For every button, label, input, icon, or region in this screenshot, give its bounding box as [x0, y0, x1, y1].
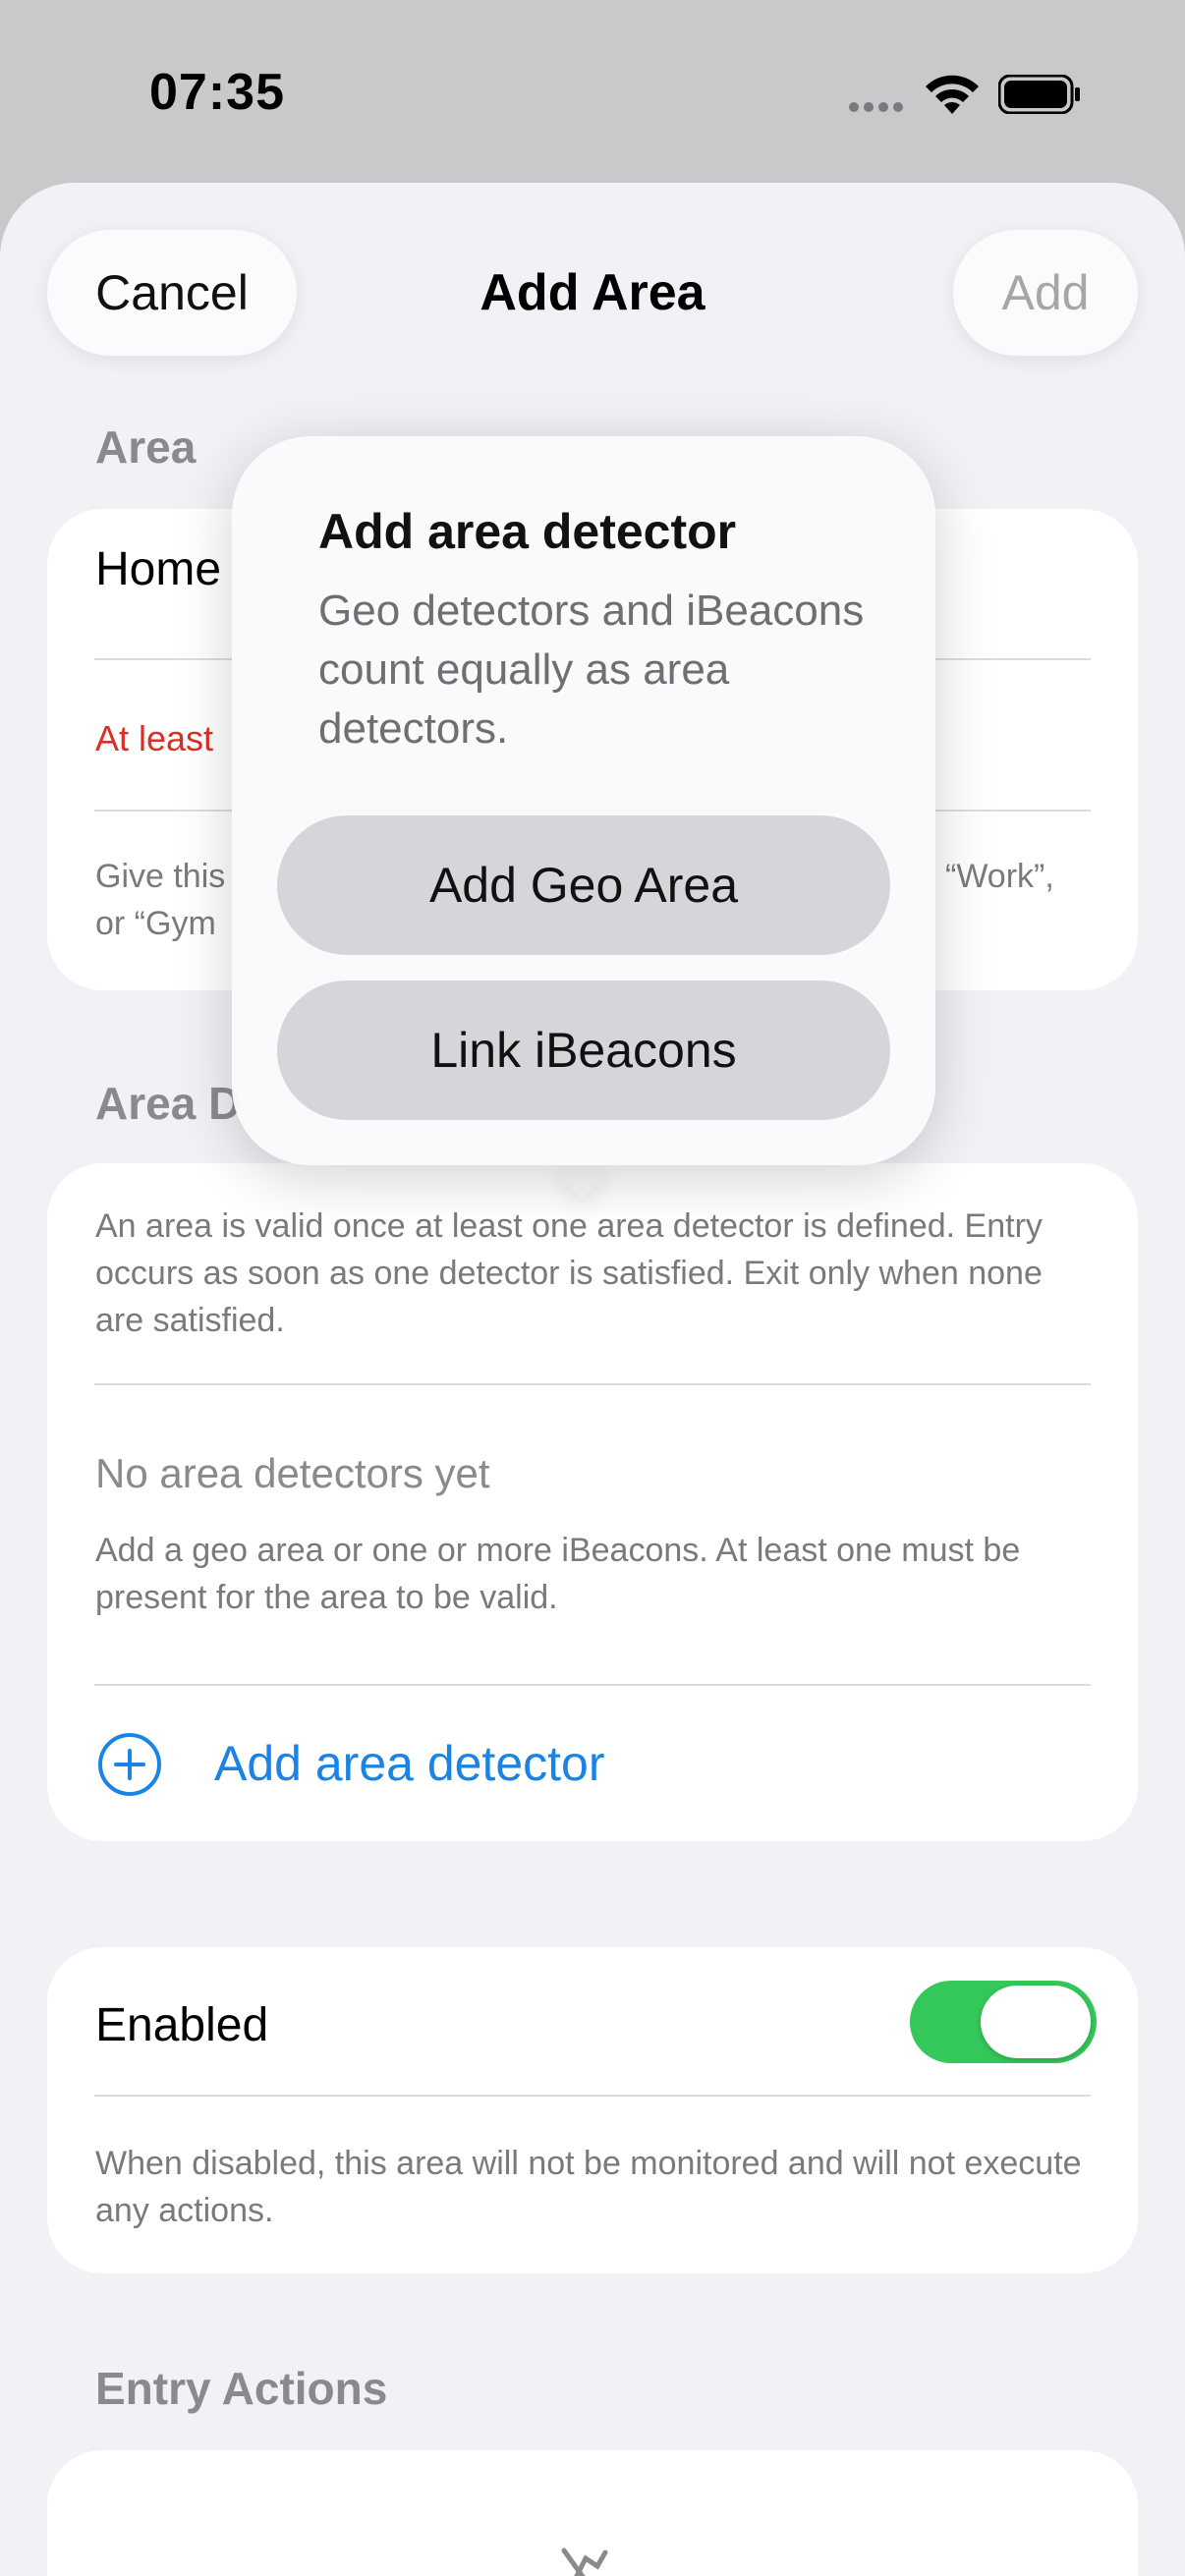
status-bar: 07:35 [0, 0, 1185, 187]
status-time: 07:35 [149, 64, 285, 121]
detectors-info-text: An area is valid once at least one area … [95, 1207, 1043, 1339]
bolt-slash-icon [561, 2548, 608, 2576]
area-error-text: At least [95, 718, 214, 758]
area-hint-line2: or “Gym [95, 905, 216, 942]
link-ibeacons-button[interactable]: Link iBeacons [277, 980, 890, 1120]
cellular-icon [849, 102, 903, 112]
popover-desc: Geo detectors and iBeacons count equally… [318, 587, 865, 753]
entry-actions-card [47, 2450, 1138, 2576]
entry-actions-header: Entry Actions [95, 2363, 388, 2414]
divider [94, 1684, 1091, 1686]
add-detector-popover: Add area detector Geo detectors and iBea… [232, 436, 935, 1165]
add-area-detector-row[interactable]: Add area detector [47, 1688, 1138, 1841]
enabled-label: Enabled [95, 1999, 269, 2051]
battery-icon [998, 75, 1080, 114]
popover-title: Add area detector [318, 504, 737, 559]
enabled-desc: When disabled, this area will not be mon… [95, 2145, 1082, 2229]
add-geo-area-button[interactable]: Add Geo Area [277, 815, 890, 955]
enabled-card: Enabled When disabled, this area will no… [47, 1947, 1138, 2273]
enabled-toggle[interactable] [910, 1981, 1097, 2063]
wifi-icon [926, 75, 979, 114]
empty-state-title: No area detectors yet [95, 1450, 490, 1496]
detectors-section-header: Area D [95, 1078, 242, 1129]
add-area-detector-label: Add area detector [214, 1736, 605, 1791]
empty-state-desc: Add a geo area or one or more iBeacons. … [95, 1532, 1021, 1616]
divider [94, 2095, 1091, 2097]
area-hint-right: “Work”, [945, 858, 1054, 895]
area-name-field[interactable]: Home [95, 542, 221, 596]
divider [94, 1383, 1091, 1385]
area-hint-line1: Give this [95, 858, 226, 895]
toggle-knob [981, 1986, 1091, 2058]
add-button[interactable]: Add [953, 230, 1138, 356]
plus-circle-icon [98, 1733, 161, 1796]
detectors-card: An area is valid once at least one area … [47, 1163, 1138, 1841]
area-section-header: Area [95, 421, 197, 473]
